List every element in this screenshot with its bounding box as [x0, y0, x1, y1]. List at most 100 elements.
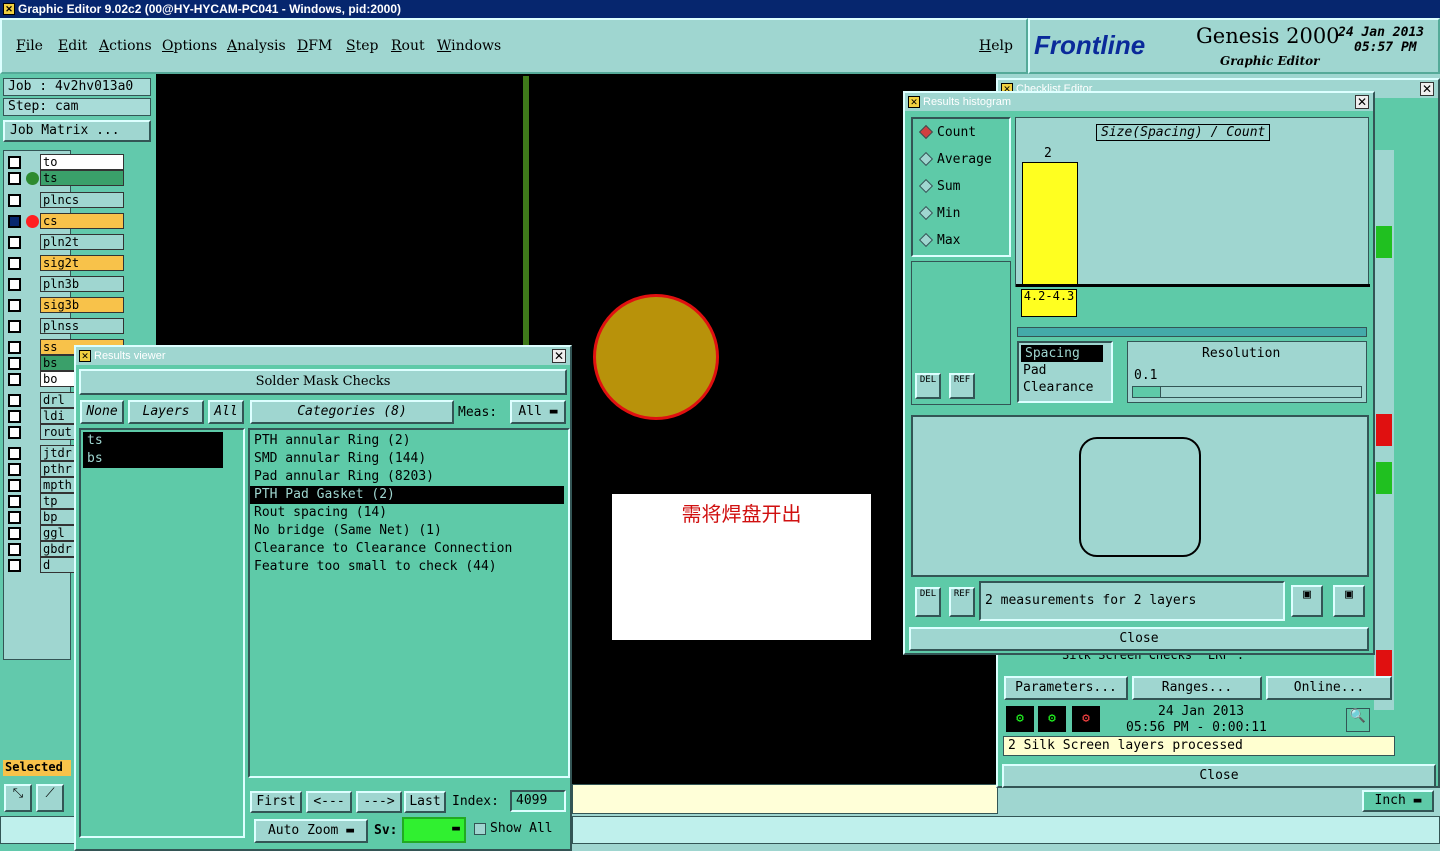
mode-option[interactable]: Sum	[913, 173, 1009, 200]
resolution-slider[interactable]	[1132, 386, 1362, 398]
menu-actions[interactable]: Actions	[99, 38, 152, 54]
category-item[interactable]: SMD annular Ring (144)	[250, 450, 568, 468]
layer-checkbox[interactable]	[8, 257, 21, 270]
checklist-close-button[interactable]: Close	[1002, 764, 1436, 788]
list-item[interactable]: Clearance	[1019, 379, 1111, 396]
mode-option[interactable]: Min	[913, 200, 1009, 227]
del-button[interactable]: DEL	[915, 373, 941, 399]
category-item[interactable]: Rout spacing (14)	[250, 504, 568, 522]
checks-header[interactable]: Solder Mask Checks	[79, 369, 567, 395]
all-button[interactable]: All	[208, 400, 244, 424]
job-matrix-button[interactable]: Job Matrix ...	[3, 120, 151, 142]
ranges-button[interactable]: Ranges...	[1132, 676, 1262, 700]
layer-name[interactable]: sig2t	[40, 255, 124, 271]
menu-dfm[interactable]: DFM	[297, 38, 332, 54]
menu-file[interactable]: File	[16, 38, 43, 54]
radio-button[interactable]	[918, 205, 934, 221]
none-button[interactable]: None	[80, 400, 124, 424]
layer-checkbox[interactable]	[8, 341, 21, 354]
units-selector[interactable]: Inch ▬	[1362, 790, 1434, 812]
layer-row[interactable]: sig3b	[6, 297, 126, 314]
layer-row[interactable]: sig2t	[6, 255, 126, 272]
layer-row[interactable]: cs	[6, 213, 126, 230]
radio-button[interactable]	[918, 178, 934, 194]
layer-name[interactable]: plncs	[40, 192, 124, 208]
sv-color-select[interactable]: ▬	[402, 817, 466, 843]
category-item[interactable]: Pad annular Ring (8203)	[250, 468, 568, 486]
property-list[interactable]: Spacing Pad Clearance	[1017, 341, 1113, 403]
ref-button[interactable]: REF	[949, 373, 975, 399]
layer-name[interactable]: pln3b	[40, 276, 124, 292]
layer-checkbox[interactable]	[8, 172, 21, 185]
layer-checkbox[interactable]	[8, 527, 21, 540]
radio-button[interactable]	[918, 151, 934, 167]
menu-options[interactable]: Options	[162, 38, 217, 54]
list-item[interactable]: Spacing	[1021, 345, 1103, 362]
category-item[interactable]: PTH Pad Gasket (2)	[250, 486, 564, 504]
layer-checkbox[interactable]	[8, 394, 21, 407]
layer-checkbox[interactable]	[8, 373, 21, 386]
category-item[interactable]: Feature too small to check (44)	[250, 558, 568, 576]
layer-checkbox[interactable]	[8, 410, 21, 423]
mode-option[interactable]: Max	[913, 227, 1009, 254]
layer-checkbox[interactable]	[8, 511, 21, 524]
measure-button[interactable]: ⟋	[36, 784, 64, 812]
menu-analysis[interactable]: Analysis	[227, 38, 286, 54]
layer-checkbox[interactable]	[8, 426, 21, 439]
menu-help[interactable]: Help	[979, 38, 1013, 54]
menu-rout[interactable]: Rout	[391, 38, 425, 54]
list-item[interactable]: bs	[83, 450, 223, 468]
list-item[interactable]: ts	[83, 432, 223, 450]
layer-name[interactable]: pln2t	[40, 234, 124, 250]
layer-checkbox[interactable]	[8, 495, 21, 508]
layer-checkbox[interactable]	[8, 447, 21, 460]
next-button[interactable]: --->	[356, 791, 402, 813]
close-icon[interactable]: ✕	[1420, 82, 1434, 96]
online-button[interactable]: Online...	[1266, 676, 1392, 700]
layer-checkbox[interactable]	[8, 299, 21, 312]
layer-checkbox[interactable]	[8, 236, 21, 249]
menu-windows[interactable]: Windows	[437, 38, 501, 54]
last-button[interactable]: Last	[404, 791, 446, 813]
prev-button[interactable]: <---	[306, 791, 352, 813]
histogram-bar[interactable]	[1022, 162, 1078, 286]
close-icon[interactable]: ✕	[552, 349, 566, 363]
show-all-checkbox[interactable]	[474, 823, 486, 835]
slider-handle[interactable]	[1133, 387, 1161, 397]
layer-name[interactable]: sig3b	[40, 297, 124, 313]
layer-row[interactable]: plncs	[6, 192, 126, 209]
layer-checkbox[interactable]	[8, 479, 21, 492]
del-button-2[interactable]: DEL	[915, 587, 941, 617]
layer-name[interactable]: cs	[40, 213, 124, 229]
layer-row[interactable]: ts	[6, 170, 126, 187]
index-input[interactable]: 4099	[510, 790, 566, 812]
layer-row[interactable]: pln3b	[6, 276, 126, 293]
stop-icon[interactable]: ⚙	[1072, 706, 1100, 732]
layer-checkbox[interactable]	[8, 194, 21, 207]
layer-checkbox[interactable]	[8, 156, 21, 169]
layers-button[interactable]: Layers	[128, 400, 204, 424]
radio-button[interactable]	[918, 124, 934, 140]
layers-list[interactable]: ts bs	[79, 428, 245, 838]
categories-list[interactable]: PTH annular Ring (2) SMD annular Ring (14…	[248, 428, 570, 778]
layer-checkbox[interactable]	[8, 278, 21, 291]
close-icon[interactable]: ✕	[1355, 95, 1369, 109]
parameters-button[interactable]: Parameters...	[1004, 676, 1128, 700]
layer-row[interactable]: to	[6, 154, 126, 171]
menu-edit[interactable]: Edit	[58, 38, 87, 54]
layer-checkbox[interactable]	[8, 357, 21, 370]
layer-name[interactable]: plnss	[40, 318, 124, 334]
category-item[interactable]: No bridge (Same Net) (1)	[250, 522, 568, 540]
layer-checkbox[interactable]	[8, 559, 21, 572]
import-icon[interactable]: ▣	[1333, 585, 1365, 617]
run-all-icon[interactable]: ⚙	[1038, 706, 1066, 732]
zoom-fit-button[interactable]: ⤡	[4, 784, 32, 812]
layer-checkbox[interactable]	[8, 463, 21, 476]
run-icon[interactable]: ⚙	[1006, 706, 1034, 732]
export-icon[interactable]: ▣	[1291, 585, 1323, 617]
chart-hscroll[interactable]	[1017, 327, 1367, 337]
layer-checkbox[interactable]	[8, 543, 21, 556]
layer-row[interactable]: pln2t	[6, 234, 126, 251]
radio-button[interactable]	[918, 232, 934, 248]
layer-checkbox[interactable]	[8, 215, 21, 228]
